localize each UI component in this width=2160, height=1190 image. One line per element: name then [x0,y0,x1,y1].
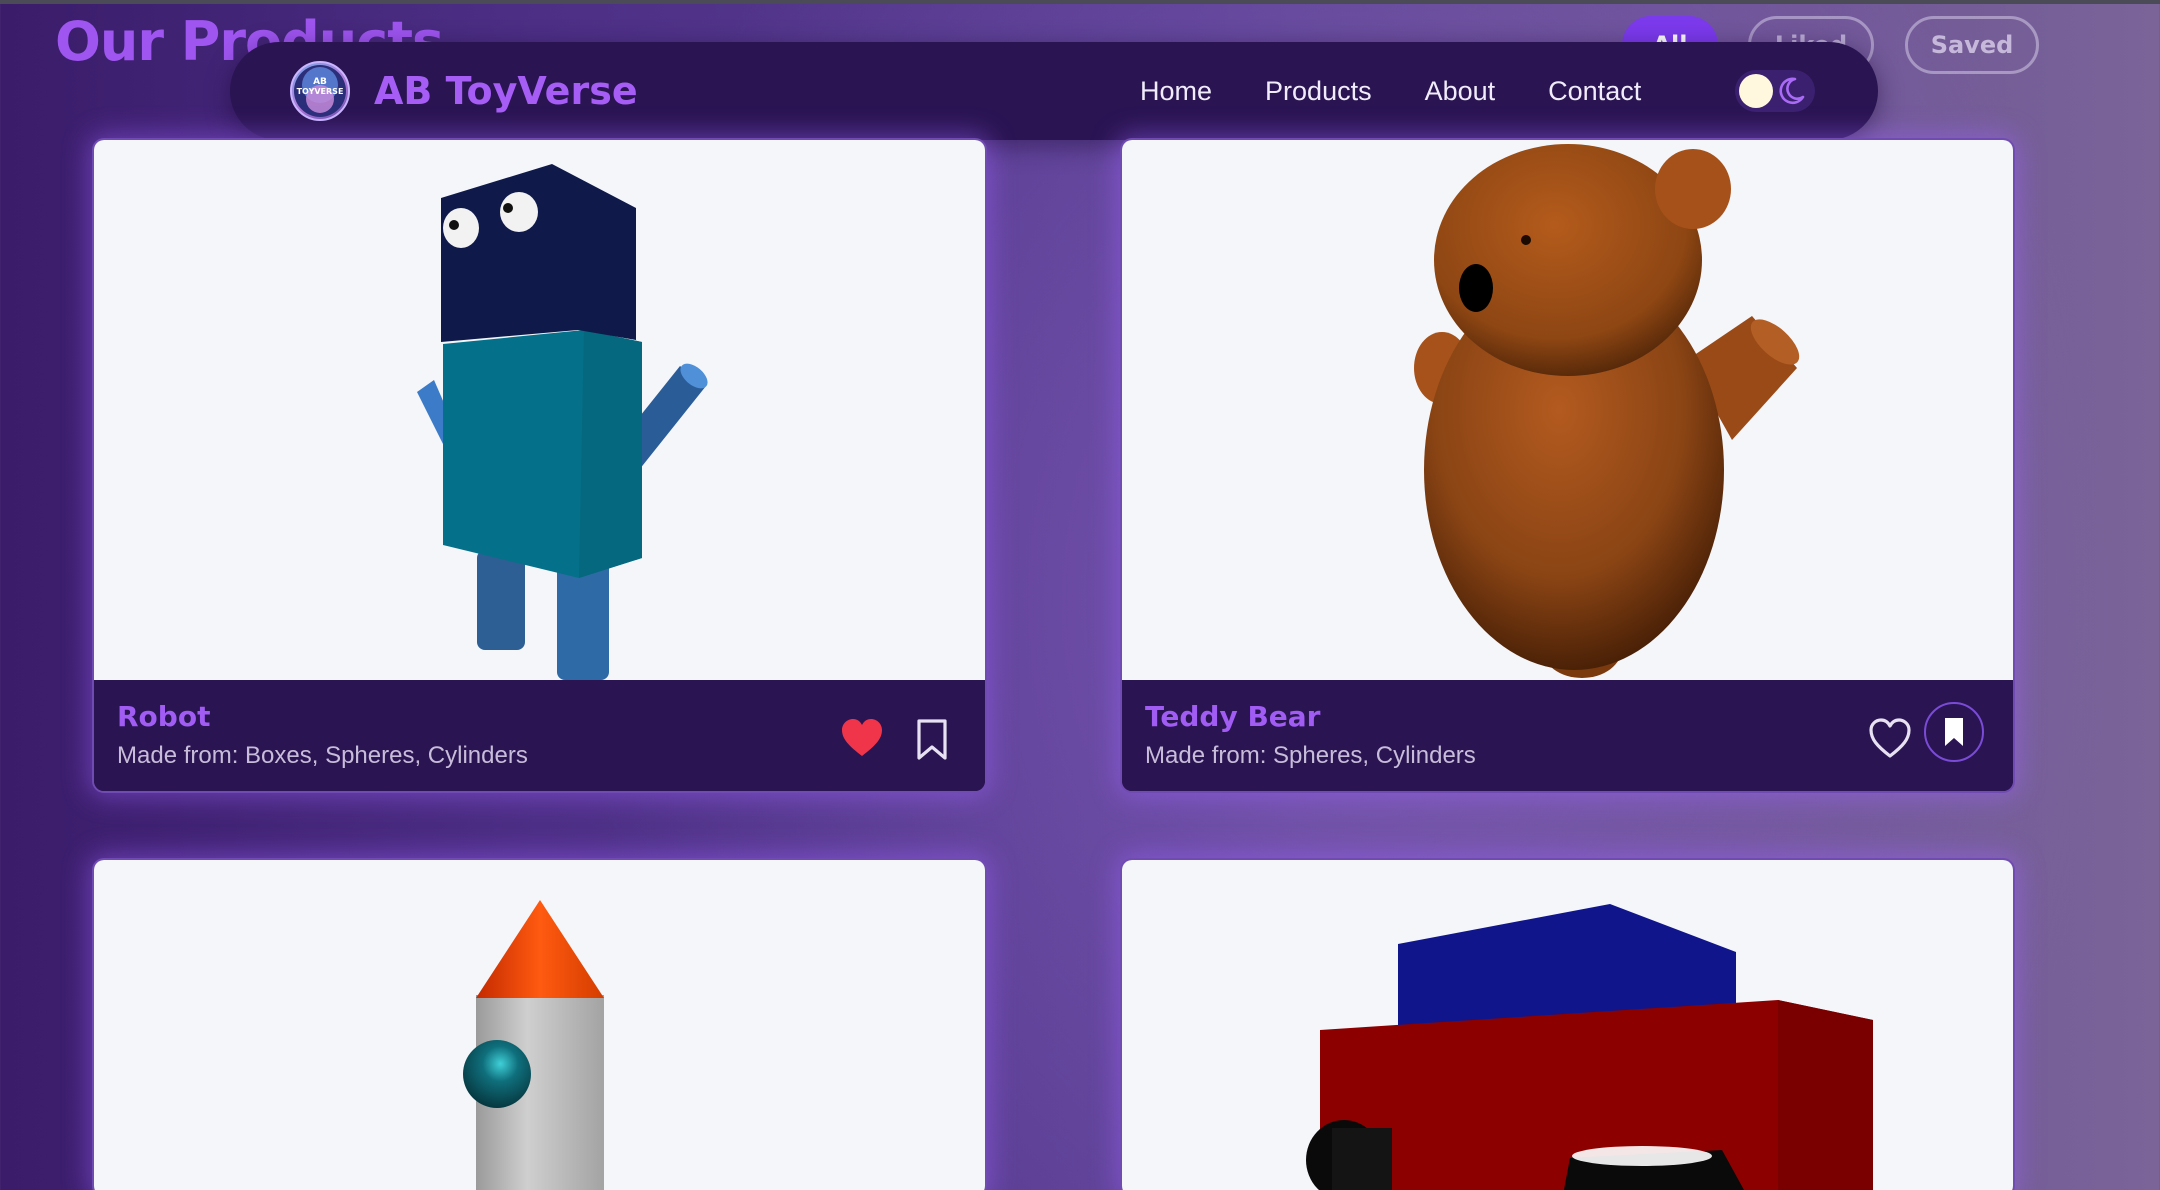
product-info: Teddy Bear Made from: Spheres, Cylinders [1122,680,2013,791]
heart-filled-icon [842,719,882,756]
nav-links: Home Products About Contact [1140,42,1694,140]
svg-text:AB: AB [313,77,327,87]
product-image-car [1122,860,2013,1190]
nav-link-products[interactable]: Products [1265,76,1372,107]
product-image-teddy-bear [1122,140,2013,680]
product-materials: Made from: Boxes, Spheres, Cylinders [117,742,528,769]
product-card-robot[interactable]: Robot Made from: Boxes, Spheres, Cylinde… [92,138,987,793]
product-card-teddy-bear[interactable]: Teddy Bear Made from: Spheres, Cylinders [1120,138,2015,793]
bookmark-outline-icon [917,719,947,760]
bookmark-filled-icon [1945,718,1963,746]
product-materials: Made from: Spheres, Cylinders [1145,742,1476,769]
toggle-knob [1739,74,1773,108]
theme-toggle[interactable] [1735,70,1815,112]
nav-link-about[interactable]: About [1425,76,1496,107]
brand-logo: AB TOYVERSE [290,61,350,121]
navbar: AB TOYVERSE AB ToyVerse Home Products Ab… [230,42,1878,140]
product-info: Robot Made from: Boxes, Spheres, Cylinde… [94,680,985,791]
nav-link-contact[interactable]: Contact [1548,76,1641,107]
product-name: Teddy Bear [1145,700,1321,733]
save-button[interactable] [1924,702,1984,762]
filter-saved-button[interactable]: Saved [1905,16,2039,74]
heart-outline-icon [1869,718,1911,758]
product-image-robot [94,140,985,680]
browser-top-strip [0,0,2160,4]
brand[interactable]: AB TOYVERSE AB ToyVerse [290,61,638,121]
svg-text:TOYVERSE: TOYVERSE [297,87,344,96]
product-name: Robot [117,700,211,733]
product-card-4[interactable] [1120,858,2015,1190]
moon-icon [1779,77,1805,105]
product-image-rocket [94,860,985,1190]
save-button[interactable] [907,714,957,764]
like-button[interactable] [1867,716,1913,762]
brand-name: AB ToyVerse [374,69,638,113]
nav-link-home[interactable]: Home [1140,76,1212,107]
product-card-3[interactable] [92,858,987,1190]
like-button[interactable] [839,716,885,762]
